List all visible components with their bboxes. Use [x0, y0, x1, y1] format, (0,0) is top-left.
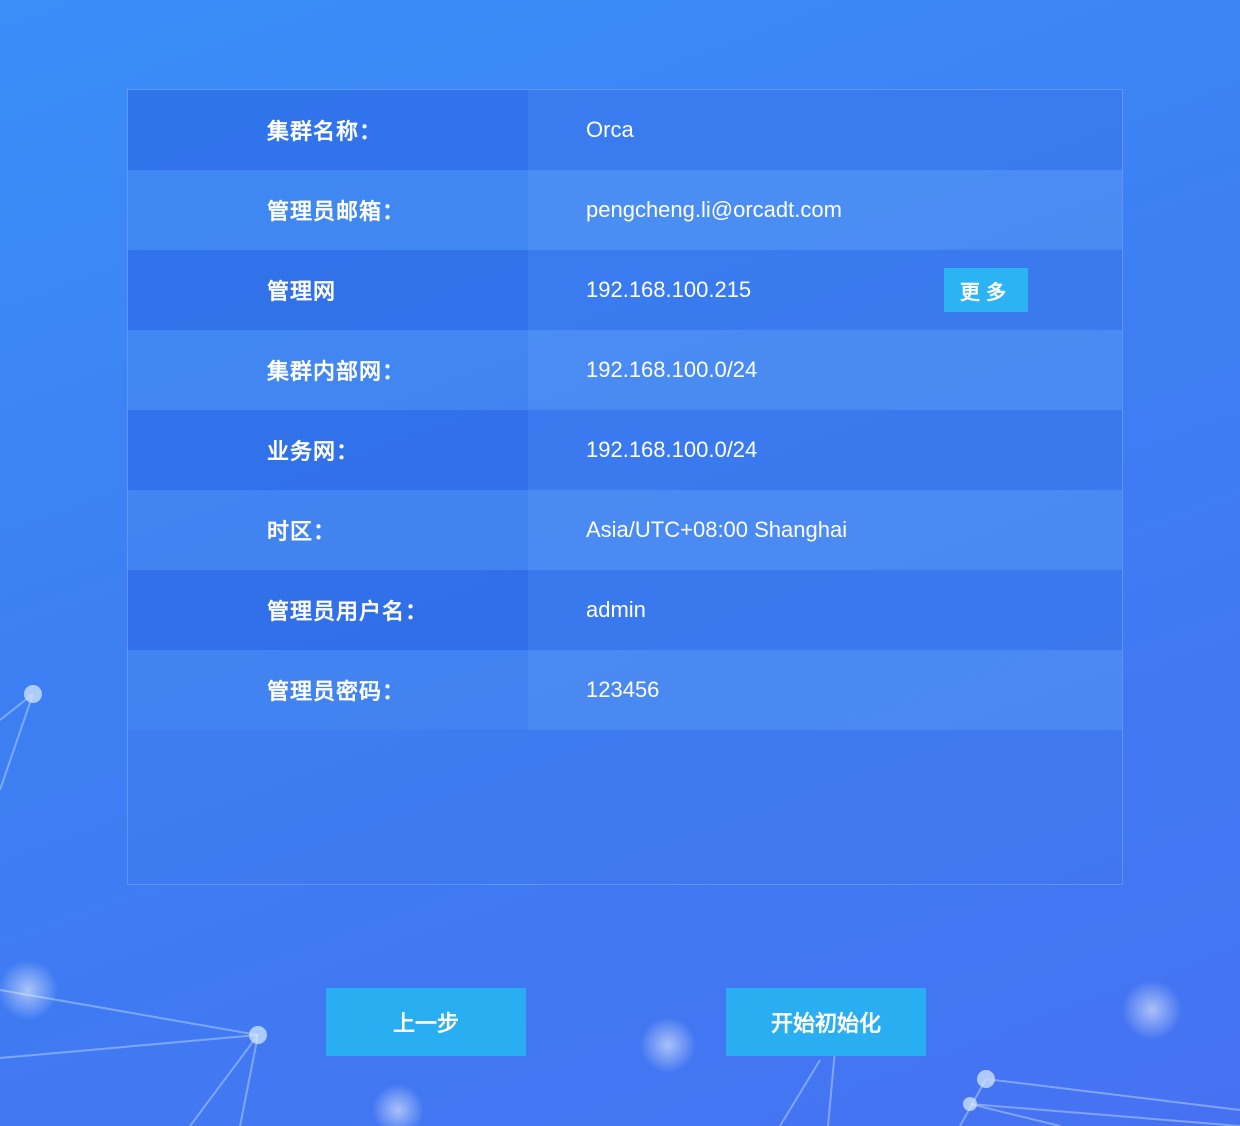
config-value: pengcheng.li@orcadt.com	[528, 170, 1122, 250]
config-row-cluster-internal-network: 集群内部网： 192.168.100.0/24	[128, 330, 1122, 410]
previous-step-button[interactable]: 上一步	[326, 988, 526, 1056]
config-label: 管理网	[128, 250, 528, 330]
config-value: Asia/UTC+08:00 Shanghai	[528, 490, 1122, 570]
cluster-config-summary-panel: 集群名称： Orca 管理员邮箱： pengcheng.li@orcadt.co…	[127, 89, 1123, 885]
config-label: 集群名称：	[128, 90, 528, 170]
config-value: 192.168.100.215	[586, 277, 752, 302]
config-row-cluster-name: 集群名称： Orca	[128, 90, 1122, 170]
config-value: 192.168.100.0/24	[528, 410, 1122, 490]
config-label: 时区：	[128, 490, 528, 570]
config-row-business-network: 业务网： 192.168.100.0/24	[128, 410, 1122, 490]
config-label: 集群内部网：	[128, 330, 528, 410]
config-label: 业务网：	[128, 410, 528, 490]
config-row-admin-email: 管理员邮箱： pengcheng.li@orcadt.com	[128, 170, 1122, 250]
config-value: 192.168.100.0/24	[528, 330, 1122, 410]
config-value: 123456	[528, 650, 1122, 730]
config-row-admin-password: 管理员密码： 123456	[128, 650, 1122, 730]
config-value: Orca	[528, 90, 1122, 170]
config-value: admin	[528, 570, 1122, 650]
config-label: 管理员邮箱：	[128, 170, 528, 250]
more-button[interactable]: 更多	[944, 268, 1028, 312]
config-row-timezone: 时区： Asia/UTC+08:00 Shanghai	[128, 490, 1122, 570]
config-label: 管理员密码：	[128, 650, 528, 730]
config-row-admin-username: 管理员用户名： admin	[128, 570, 1122, 650]
config-row-management-network: 管理网 192.168.100.215 更多	[128, 250, 1122, 330]
start-initialization-button[interactable]: 开始初始化	[726, 988, 926, 1056]
config-value-cell: 192.168.100.215 更多	[528, 250, 1122, 330]
config-label: 管理员用户名：	[128, 570, 528, 650]
